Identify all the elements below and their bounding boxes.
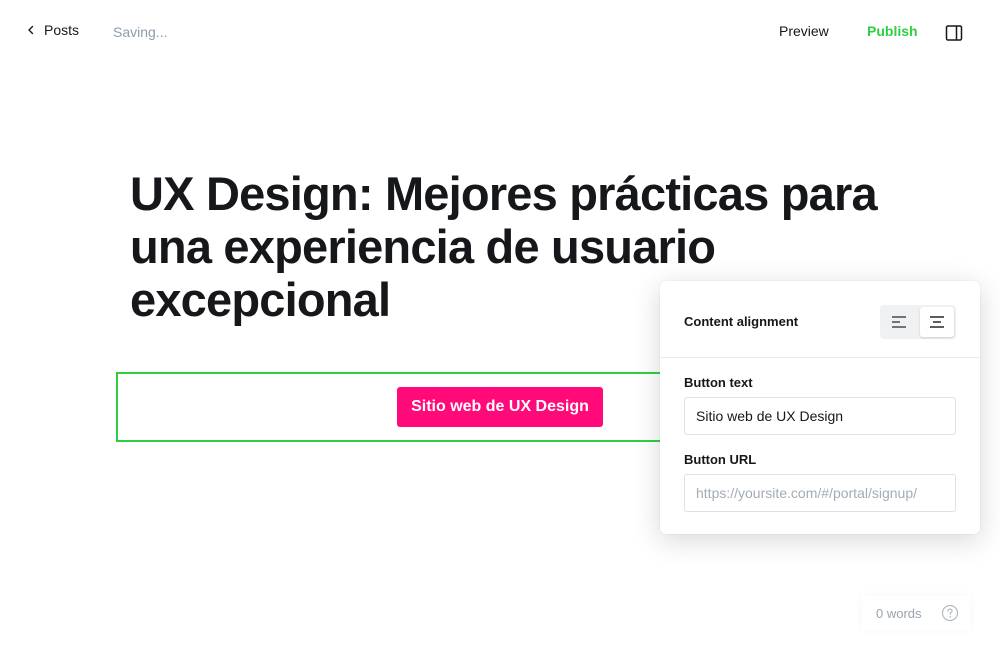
preview-button[interactable]: Preview — [772, 22, 836, 40]
button-text-label: Button text — [684, 375, 753, 390]
word-count-text: 0 words — [876, 605, 922, 621]
back-link-label: Posts — [44, 22, 80, 38]
sidebar-panel-icon[interactable] — [944, 23, 964, 43]
save-status: Saving... — [113, 24, 168, 40]
chevron-left-icon — [28, 25, 34, 35]
align-center-icon — [930, 316, 944, 328]
editor-header: Posts Saving... Preview Publish — [0, 0, 1000, 64]
publish-button[interactable]: Publish — [860, 22, 925, 40]
help-circle-icon[interactable] — [941, 604, 959, 622]
back-to-posts-link[interactable]: Posts — [26, 22, 79, 38]
button-url-label: Button URL — [684, 452, 757, 467]
button-url-input[interactable] — [684, 474, 956, 512]
align-left-icon — [892, 316, 906, 328]
align-center-button[interactable] — [920, 307, 954, 337]
cta-button[interactable]: Sitio web de UX Design — [397, 387, 603, 427]
word-count: 0 words — [862, 596, 970, 630]
content-alignment-label: Content alignment — [684, 314, 799, 329]
align-left-button[interactable] — [882, 307, 916, 337]
content-alignment-row: Content alignment — [660, 281, 980, 358]
button-settings-panel: Content alignment Button text Button URL — [660, 281, 980, 534]
alignment-toggle — [880, 305, 956, 339]
button-text-input[interactable] — [684, 397, 956, 435]
